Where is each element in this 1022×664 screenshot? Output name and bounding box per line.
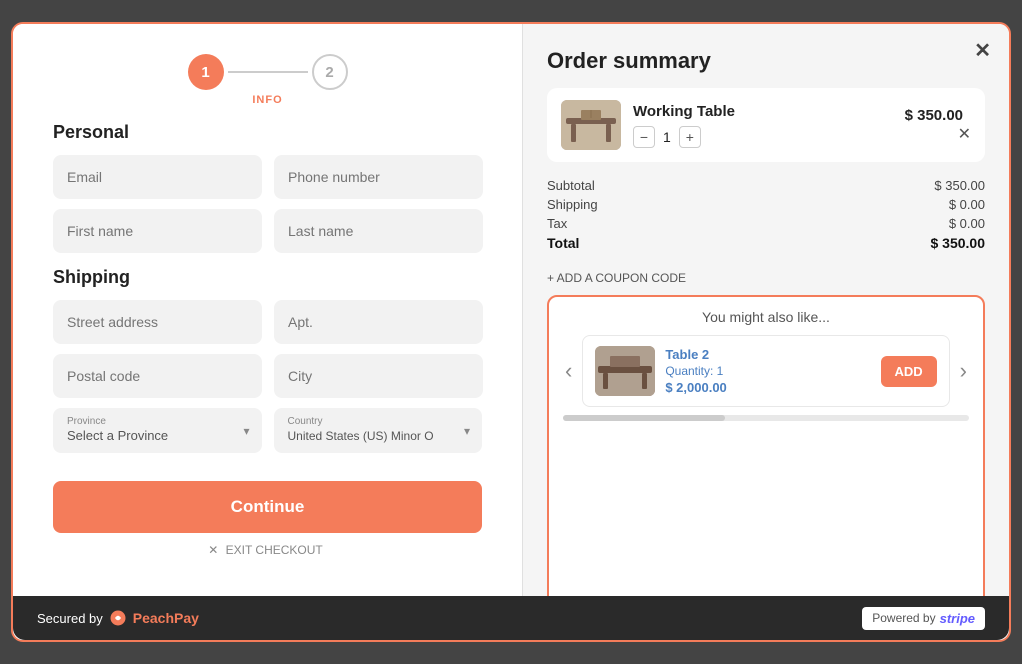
province-select-wrapper[interactable]: Province Select a Province ▾ bbox=[53, 408, 262, 453]
order-totals: Subtotal $ 350.00 Shipping $ 0.00 Tax $ … bbox=[547, 174, 985, 263]
street-field[interactable] bbox=[53, 300, 262, 344]
qty-increase-button[interactable]: + bbox=[679, 126, 701, 148]
shipping-row: Shipping $ 0.00 bbox=[547, 197, 985, 212]
subtotal-value: $ 350.00 bbox=[934, 178, 985, 193]
subtotal-label: Subtotal bbox=[547, 178, 595, 193]
shipping-label: Shipping bbox=[547, 197, 598, 212]
email-field[interactable] bbox=[53, 155, 262, 199]
modal: 1 2 INFO Personal Shipping bbox=[11, 22, 1011, 642]
right-panel: ✕ Order summary Working Table bbox=[523, 24, 1009, 640]
step-1-label: INFO bbox=[252, 94, 282, 106]
province-label: Province bbox=[67, 416, 248, 427]
postal-field[interactable] bbox=[53, 354, 262, 398]
qty-value: 1 bbox=[663, 129, 671, 145]
country-select-wrapper[interactable]: Country United States (US) Minor O ▾ bbox=[274, 408, 483, 453]
country-arrow-icon: ▾ bbox=[464, 424, 470, 438]
shipping-value: $ 0.00 bbox=[949, 197, 985, 212]
secured-label: Secured by bbox=[37, 611, 103, 626]
apt-field[interactable] bbox=[274, 300, 483, 344]
subtotal-row: Subtotal $ 350.00 bbox=[547, 178, 985, 193]
shipping-row-2 bbox=[53, 354, 482, 398]
country-value: United States (US) Minor O bbox=[288, 429, 434, 443]
upsell-scrollbar-thumb bbox=[563, 415, 725, 421]
upsell-item-price: $ 2,000.00 bbox=[665, 380, 870, 395]
tax-label: Tax bbox=[547, 216, 567, 231]
personal-title: Personal bbox=[53, 122, 482, 143]
firstname-field[interactable] bbox=[53, 209, 262, 253]
upsell-section: You might also like... ‹ bbox=[547, 295, 985, 624]
order-item-card: Working Table − 1 + $ 350.00 ✕ bbox=[547, 88, 985, 162]
upsell-item-info: Table 2 Quantity: 1 $ 2,000.00 bbox=[665, 347, 870, 395]
total-row: Total $ 350.00 bbox=[547, 235, 985, 251]
continue-button[interactable]: Continue bbox=[53, 481, 482, 533]
province-arrow-icon: ▾ bbox=[243, 424, 249, 438]
city-field[interactable] bbox=[274, 354, 483, 398]
item-info: Working Table − 1 + bbox=[633, 103, 893, 148]
slider-next-button[interactable]: › bbox=[958, 358, 969, 384]
total-label: Total bbox=[547, 235, 579, 251]
peachpay-brand: PeachPay bbox=[133, 610, 199, 626]
upsell-card: Table 2 Quantity: 1 $ 2,000.00 ADD bbox=[582, 335, 949, 407]
order-summary-title: Order summary bbox=[547, 48, 985, 74]
country-label: Country bbox=[288, 416, 469, 427]
overlay: 1 2 INFO Personal Shipping bbox=[0, 0, 1022, 664]
item-price: $ 350.00 bbox=[905, 107, 963, 124]
shipping-row-1 bbox=[53, 300, 482, 344]
upsell-add-button[interactable]: ADD bbox=[881, 356, 937, 387]
item-price-remove: $ 350.00 ✕ bbox=[905, 107, 971, 144]
phone-field[interactable] bbox=[274, 155, 483, 199]
step-line bbox=[228, 71, 308, 73]
exit-icon: ✕ bbox=[208, 543, 218, 557]
bottom-bar: Secured by PeachPay Powered by stripe bbox=[13, 596, 1009, 640]
table2-image-svg bbox=[595, 346, 655, 396]
total-value: $ 350.00 bbox=[931, 235, 986, 251]
qty-decrease-button[interactable]: − bbox=[633, 126, 655, 148]
peachpay-icon bbox=[109, 609, 127, 627]
upsell-item-image bbox=[595, 346, 655, 396]
shipping-row-3: Province Select a Province ▾ Country Uni… bbox=[53, 408, 482, 453]
shipping-title: Shipping bbox=[53, 267, 482, 288]
powered-label: Powered by bbox=[872, 611, 935, 625]
upsell-item-name: Table 2 bbox=[665, 347, 870, 362]
item-name: Working Table bbox=[633, 103, 893, 120]
personal-row-2 bbox=[53, 209, 482, 253]
stripe-label: stripe bbox=[940, 611, 975, 626]
left-panel: 1 2 INFO Personal Shipping bbox=[13, 24, 523, 640]
qty-control: − 1 + bbox=[633, 126, 893, 148]
step-2-circle: 2 bbox=[312, 54, 348, 90]
exit-checkout-link[interactable]: ✕ EXIT CHECKOUT bbox=[53, 543, 482, 557]
upsell-title: You might also like... bbox=[563, 309, 969, 325]
coupon-link[interactable]: + ADD A COUPON CODE bbox=[547, 271, 985, 285]
personal-row-1 bbox=[53, 155, 482, 199]
lastname-field[interactable] bbox=[274, 209, 483, 253]
step-1-circle: 1 bbox=[188, 54, 224, 90]
upsell-scrollbar bbox=[563, 415, 969, 421]
close-button[interactable]: ✕ bbox=[974, 38, 991, 63]
stepper-wrapper: 1 2 INFO bbox=[53, 54, 482, 106]
upsell-item-qty: Quantity: 1 bbox=[665, 364, 870, 378]
province-value: Select a Province bbox=[67, 428, 168, 443]
tax-row: Tax $ 0.00 bbox=[547, 216, 985, 231]
secured-text: Secured by PeachPay bbox=[37, 609, 199, 627]
working-table-image-svg bbox=[561, 100, 621, 150]
tax-value: $ 0.00 bbox=[949, 216, 985, 231]
slider-prev-button[interactable]: ‹ bbox=[563, 358, 574, 384]
powered-by-stripe: Powered by stripe bbox=[862, 607, 985, 630]
item-image bbox=[561, 100, 621, 150]
item-remove-button[interactable]: ✕ bbox=[958, 124, 971, 144]
upsell-slider: ‹ Table 2 bbox=[563, 335, 969, 407]
